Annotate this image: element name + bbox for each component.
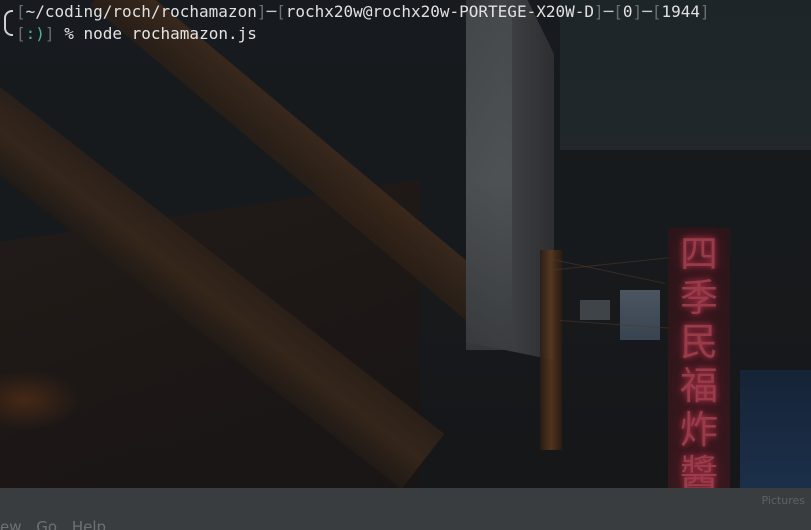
menu-help[interactable]: Help <box>72 518 106 530</box>
desktop-screen: 四 季 民 福 炸 醬 [~/coding/roch/rochamazon]─[… <box>0 0 811 530</box>
pictures-tab-label[interactable]: Pictures <box>761 494 805 507</box>
prompt-symbol: % <box>64 24 74 43</box>
prompt-exit-code: 0 <box>622 2 633 21</box>
command-line[interactable]: [:)] % node rochamazon.js <box>8 23 257 45</box>
prompt-history-number: 1944 <box>661 2 701 21</box>
menu-bar: ew Go Help <box>0 518 116 530</box>
prompt-user-host: rochx20w@rochx20w-PORTEGE-X20W-D <box>285 2 594 21</box>
menu-view[interactable]: ew <box>0 518 22 530</box>
terminal-window[interactable]: [~/coding/roch/rochamazon]─[rochx20w@roc… <box>0 0 811 488</box>
menu-go[interactable]: Go <box>36 518 57 530</box>
prompt-line: [~/coding/roch/rochamazon]─[rochx20w@roc… <box>16 2 710 21</box>
command-text: node rochamazon.js <box>83 24 257 43</box>
prompt-status-face: :) <box>25 24 45 43</box>
prompt-path: ~/coding/roch/rochamazon <box>25 2 257 21</box>
file-manager-panel: Pictures <box>0 488 811 530</box>
